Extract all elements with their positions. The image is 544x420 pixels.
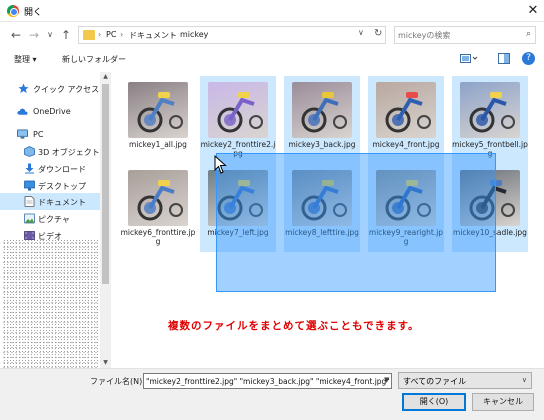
- download-icon: [25, 163, 34, 174]
- image-thumbnail: [460, 82, 520, 138]
- search-input[interactable]: [398, 29, 518, 42]
- window-title: 開く: [24, 8, 43, 18]
- search-icon[interactable]: ⌕: [526, 29, 531, 39]
- recent-locations-button[interactable]: ∨: [42, 27, 58, 43]
- sidebar-item-downloads[interactable]: ダウンロード: [0, 160, 100, 177]
- file-tile[interactable]: mickey2_fronttire2.jpg: [200, 76, 276, 164]
- sidebar-item-onedrive[interactable]: OneDrive: [0, 103, 100, 120]
- help-icon[interactable]: ?: [522, 52, 535, 65]
- mouse-cursor-icon: [214, 155, 227, 174]
- scroll-down-icon[interactable]: ▼: [101, 359, 110, 366]
- sidebar-item-label: 3D オブジェクト: [38, 148, 100, 157]
- file-tile[interactable]: mickey1_all.jpg: [120, 76, 196, 164]
- forward-button[interactable]: →: [26, 27, 42, 43]
- image-thumbnail: [376, 82, 436, 138]
- file-tile[interactable]: mickey6_fronttire.jpg: [120, 164, 196, 252]
- sidebar-item-label: デスクトップ: [38, 182, 86, 191]
- breadcrumb-documents[interactable]: ドキュメント: [129, 30, 177, 41]
- file-tile[interactable]: mickey3_back.jpg: [284, 76, 360, 164]
- filename-field[interactable]: [143, 373, 392, 389]
- chrome-icon: [7, 5, 19, 17]
- filename-label: ファイル名(N):: [90, 377, 145, 386]
- sidebar-item-label: ピクチャ: [38, 215, 70, 224]
- refresh-icon[interactable]: ↻: [374, 28, 386, 42]
- scrambled-noise-area: [2, 240, 98, 368]
- address-dropdown-icon[interactable]: ∨: [358, 28, 364, 37]
- file-name: mickey4_front.jpg: [372, 140, 440, 149]
- annotation-text: 複数のファイルをまとめて選ぶこともできます。: [168, 320, 420, 332]
- open-button[interactable]: 開く(O): [402, 393, 466, 411]
- image-thumbnail: [208, 82, 268, 138]
- up-button[interactable]: ↑: [58, 27, 74, 43]
- address-bar[interactable]: › PC › ドキュメント › mickey: [78, 26, 386, 44]
- title-bar: 開く ✕: [0, 0, 544, 22]
- filetype-value: すべてのファイル: [403, 377, 467, 386]
- sidebar-item-desktop[interactable]: デスクトップ: [0, 177, 100, 194]
- view-options-icon[interactable]: [460, 53, 478, 64]
- organize-button[interactable]: 整理 ▾: [14, 54, 37, 65]
- breadcrumb-pc[interactable]: PC: [106, 30, 116, 39]
- sidebar-item-pc[interactable]: PC: [0, 126, 100, 143]
- computer-icon: [17, 129, 28, 139]
- cancel-button[interactable]: キャンセル: [472, 393, 534, 411]
- sidebar-item-label: PC: [33, 130, 44, 139]
- new-folder-button[interactable]: 新しいフォルダー: [62, 54, 126, 65]
- chevron-down-icon: ∨: [521, 376, 527, 384]
- cloud-icon: [17, 108, 28, 115]
- sidebar-item-quick-access[interactable]: クイック アクセス: [0, 80, 100, 97]
- breadcrumb-separator: ›: [171, 30, 175, 39]
- file-tile[interactable]: mickey4_front.jpg: [368, 76, 444, 164]
- document-icon: [24, 196, 35, 207]
- back-button[interactable]: ←: [8, 27, 24, 43]
- breadcrumb-mickey[interactable]: mickey: [180, 30, 208, 39]
- sidebar-item-label: ダウンロード: [38, 165, 86, 174]
- selection-rectangle: [216, 153, 496, 292]
- sidebar-item-label: OneDrive: [33, 107, 71, 116]
- folder-icon: [83, 30, 95, 40]
- image-thumbnail: [128, 82, 188, 138]
- cube-icon: [24, 146, 35, 157]
- sidebar-item-pictures[interactable]: ピクチャ: [0, 210, 100, 227]
- search-box[interactable]: ⌕: [394, 26, 536, 44]
- filename-dropdown-icon[interactable]: ▼: [384, 376, 389, 384]
- sidebar-item-label: ドキュメント: [38, 198, 86, 207]
- preview-pane-icon[interactable]: [498, 53, 510, 64]
- file-name: mickey6_fronttire.jpg: [120, 228, 196, 246]
- pictures-icon: [24, 213, 35, 224]
- file-name: mickey3_back.jpg: [288, 140, 356, 149]
- sidebar-scrollbar-thumb[interactable]: [102, 84, 109, 284]
- sidebar-item-label: クイック アクセス: [33, 85, 100, 94]
- star-icon: [18, 83, 29, 93]
- scroll-up-icon[interactable]: ▲: [101, 73, 110, 80]
- close-icon[interactable]: ✕: [524, 2, 542, 20]
- breadcrumb-separator: ›: [120, 30, 124, 39]
- sidebar-item-documents[interactable]: ドキュメント: [0, 193, 100, 210]
- file-name: mickey1_all.jpg: [129, 140, 187, 149]
- desktop-icon: [24, 180, 35, 191]
- breadcrumb-separator: ›: [98, 30, 102, 39]
- image-thumbnail: [128, 170, 188, 226]
- image-thumbnail: [292, 82, 352, 138]
- file-tile[interactable]: mickey5_frontbell.jpg: [452, 76, 528, 164]
- filetype-select[interactable]: すべてのファイル ∨: [398, 372, 532, 389]
- sidebar-item-3d-objects[interactable]: 3D オブジェクト: [0, 143, 100, 160]
